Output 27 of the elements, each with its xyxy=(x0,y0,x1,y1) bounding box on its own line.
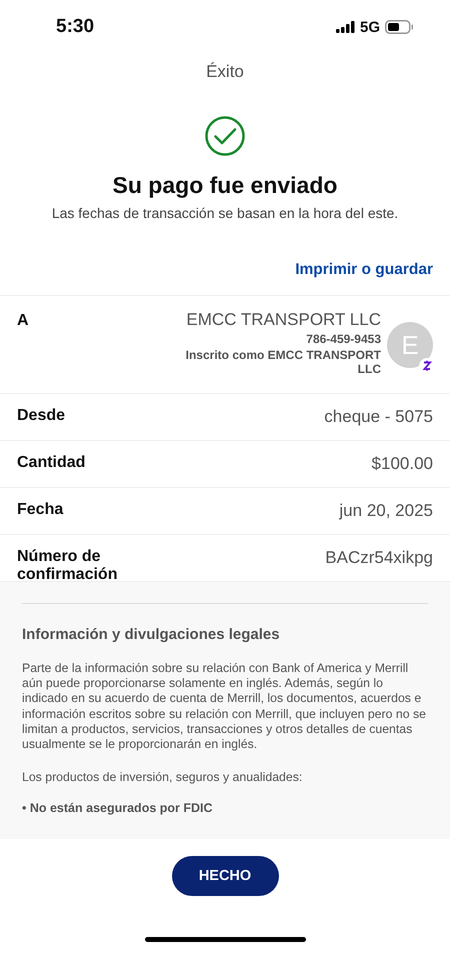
recipient-name: EMCC TRANSPORT LLC xyxy=(186,310,381,330)
legal-title: Información y divulgaciones legales xyxy=(22,626,281,643)
field-value: BACzr54xikpg xyxy=(325,548,433,568)
recipient-phone: 786-459-9453 xyxy=(306,332,381,346)
enrollment-note: Inscrito como EMCC TRANSPORT LLC xyxy=(184,348,381,376)
legal-paragraph: Los productos de inversión, seguros y anualidades: xyxy=(22,770,304,786)
success-heading: Su pago fue enviado xyxy=(112,172,338,199)
field-value: cheque - 5075 xyxy=(324,407,433,427)
done-button[interactable]: HECHO xyxy=(172,856,278,896)
field-label: Número de confirmación xyxy=(17,548,118,584)
field-value: jun 20, 2025 xyxy=(339,501,433,521)
network-label: 5G xyxy=(360,18,380,36)
screen-title: Éxito xyxy=(205,62,245,83)
field-label: A xyxy=(17,312,29,330)
status-time: 5:30 xyxy=(56,16,94,38)
legal-paragraph: Parte de la información sobre su relación con Bank of America y Merrill aún puede proporcionarse solamente en inglés. Además, según lo indicado en su acuerdo de cuenta de Merrill, los documentos, acuerdos e información escritos sobre su relación con Merrill, que incluyen pero no se limitan a productos, servicios, transacciones y otros detalles de cuentas usualmente se le proporcionarán en inglés. xyxy=(22,661,427,752)
success-check-icon xyxy=(205,116,245,156)
field-label: Fecha xyxy=(17,501,64,519)
timezone-note: Las fechas de transacción se basan en la hora del este. xyxy=(50,205,400,221)
field-label: Desde xyxy=(17,407,66,425)
signal-icon xyxy=(336,21,355,33)
battery-icon xyxy=(385,20,414,34)
field-label: Cantidad xyxy=(17,454,86,472)
legal-bullet: • No están asegurados por FDIC xyxy=(22,801,214,816)
print-link[interactable]: Imprimir o guardar xyxy=(295,261,433,295)
payment-badge-icon xyxy=(419,358,435,374)
field-value: $100.00 xyxy=(372,454,433,474)
